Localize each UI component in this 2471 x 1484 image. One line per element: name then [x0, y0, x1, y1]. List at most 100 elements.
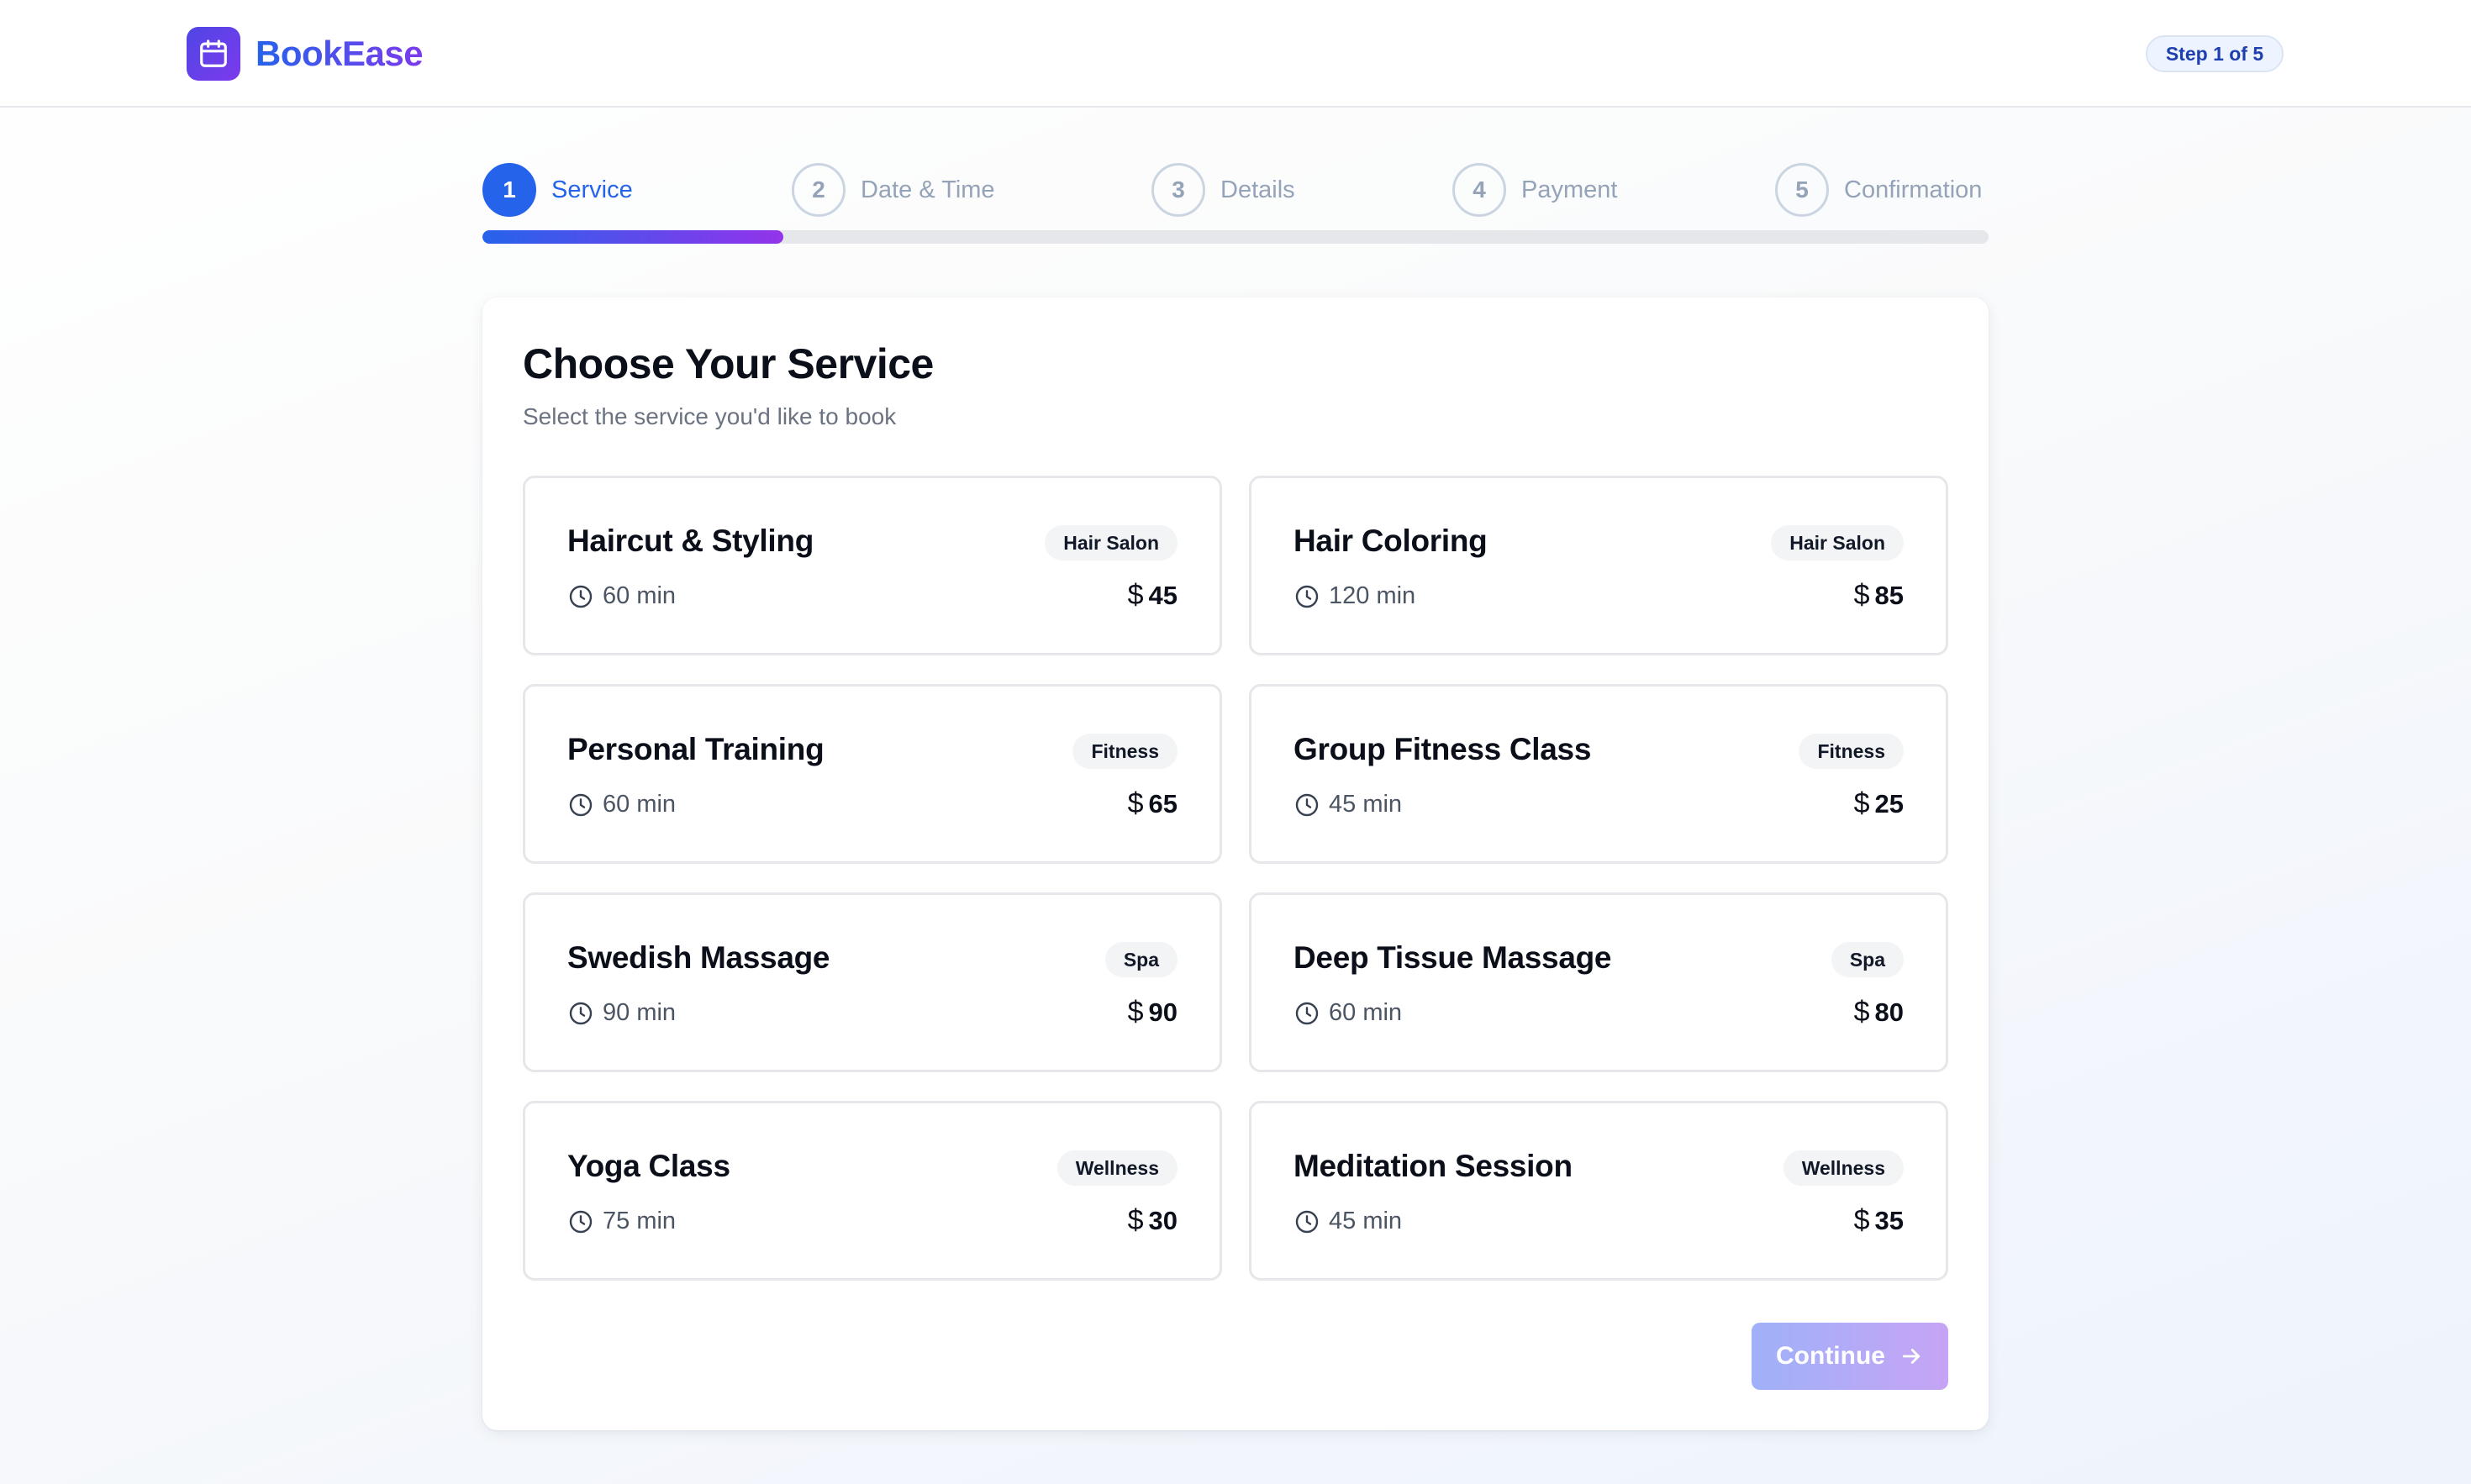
category-badge: Spa — [1831, 942, 1904, 977]
service-name: Hair Coloring — [1293, 524, 1488, 558]
service-name: Personal Training — [567, 732, 825, 766]
step-label: Date & Time — [861, 176, 995, 203]
step-label: Service — [551, 176, 633, 203]
duration-text: 90 min — [603, 999, 677, 1026]
dollar-icon: $ — [1853, 1204, 1870, 1236]
service-price: $ 35 — [1854, 1204, 1904, 1237]
price-value: 85 — [1874, 580, 1904, 610]
service-duration: 60 min — [567, 582, 676, 610]
clock-icon — [567, 792, 594, 818]
service-name: Yoga Class — [567, 1149, 730, 1183]
price-value: 35 — [1874, 1205, 1904, 1235]
service-card[interactable]: Group Fitness Class Fitness 45 min $ 25 — [1249, 684, 1948, 864]
continue-label: Continue — [1776, 1342, 1885, 1370]
progress-bar-fill — [482, 230, 784, 244]
service-name: Meditation Session — [1293, 1149, 1573, 1183]
dollar-icon: $ — [1127, 1204, 1144, 1236]
step-label: Payment — [1521, 176, 1618, 203]
duration-text: 45 min — [1329, 1208, 1403, 1234]
booking-stepper: 1 Service 2 Date & Time 3 Details 4 Paym… — [482, 163, 1989, 247]
dollar-icon: $ — [1853, 996, 1870, 1028]
service-duration: 90 min — [567, 999, 676, 1027]
service-name: Deep Tissue Massage — [1293, 940, 1612, 975]
price-value: 80 — [1874, 997, 1904, 1027]
category-badge: Hair Salon — [1045, 525, 1178, 560]
service-card[interactable]: Personal Training Fitness 60 min $ 65 — [523, 684, 1222, 864]
step-payment[interactable]: 4 Payment — [1452, 163, 1617, 217]
page-title: Choose Your Service — [523, 340, 934, 387]
service-price: $ 65 — [1128, 787, 1178, 820]
category-badge: Wellness — [1783, 1150, 1904, 1186]
step-number: 1 — [482, 163, 536, 217]
step-number: 4 — [1452, 163, 1506, 217]
arrow-right-icon — [1899, 1344, 1924, 1369]
category-badge: Hair Salon — [1771, 525, 1904, 560]
dollar-icon: $ — [1853, 787, 1870, 819]
service-duration: 120 min — [1293, 582, 1415, 610]
step-details[interactable]: 3 Details — [1151, 163, 1295, 217]
service-price: $ 85 — [1854, 579, 1904, 612]
duration-text: 75 min — [603, 1208, 677, 1234]
continue-button[interactable]: Continue — [1752, 1323, 1948, 1390]
step-service[interactable]: 1 Service — [482, 163, 633, 217]
price-value: 65 — [1148, 788, 1178, 818]
clock-icon — [567, 1000, 594, 1027]
service-name: Group Fitness Class — [1293, 732, 1592, 766]
step-label: Details — [1220, 176, 1295, 203]
service-name: Haircut & Styling — [567, 524, 814, 558]
service-price: $ 45 — [1128, 579, 1178, 612]
service-card[interactable]: Yoga Class Wellness 75 min $ 30 — [523, 1101, 1222, 1281]
service-card[interactable]: Deep Tissue Massage Spa 60 min $ 80 — [1249, 892, 1948, 1072]
service-selection-card: Choose Your Service Select the service y… — [482, 297, 1989, 1430]
clock-icon — [1293, 1000, 1320, 1027]
clock-icon — [1293, 583, 1320, 610]
service-card[interactable]: Meditation Session Wellness 45 min $ 35 — [1249, 1101, 1948, 1281]
service-price: $ 90 — [1128, 996, 1178, 1029]
step-counter-badge: Step 1 of 5 — [2146, 35, 2284, 72]
dollar-icon: $ — [1127, 579, 1144, 611]
clock-icon — [567, 1208, 594, 1235]
clock-icon — [1293, 1208, 1320, 1235]
dollar-icon: $ — [1853, 579, 1870, 611]
category-badge: Fitness — [1799, 734, 1904, 769]
duration-text: 60 min — [1329, 999, 1403, 1026]
brand-name: BookEase — [256, 34, 424, 73]
clock-icon — [567, 583, 594, 610]
dollar-icon: $ — [1127, 996, 1144, 1028]
step-number: 5 — [1775, 163, 1829, 217]
dollar-icon: $ — [1127, 787, 1144, 819]
brand-logo[interactable]: BookEase — [187, 27, 424, 81]
step-date-time[interactable]: 2 Date & Time — [792, 163, 995, 217]
clock-icon — [1293, 792, 1320, 818]
price-value: 25 — [1874, 788, 1904, 818]
duration-text: 60 min — [603, 791, 677, 818]
service-price: $ 30 — [1128, 1204, 1178, 1237]
service-card[interactable]: Hair Coloring Hair Salon 120 min $ 85 — [1249, 476, 1948, 655]
category-badge: Spa — [1104, 942, 1178, 977]
category-badge: Fitness — [1072, 734, 1178, 769]
service-duration: 45 min — [1293, 791, 1402, 818]
service-duration: 60 min — [1293, 999, 1402, 1027]
duration-text: 120 min — [1329, 582, 1416, 609]
price-value: 30 — [1148, 1205, 1178, 1235]
duration-text: 60 min — [603, 582, 677, 609]
service-duration: 45 min — [1293, 1208, 1402, 1235]
step-confirmation[interactable]: 5 Confirmation — [1775, 163, 1982, 217]
top-bar: BookEase Step 1 of 5 — [0, 0, 2471, 108]
service-duration: 75 min — [567, 1208, 676, 1235]
duration-text: 45 min — [1329, 791, 1403, 818]
service-price: $ 80 — [1854, 996, 1904, 1029]
calendar-icon — [187, 27, 240, 81]
step-number: 3 — [1151, 163, 1205, 217]
price-value: 90 — [1148, 997, 1178, 1027]
step-number: 2 — [792, 163, 846, 217]
service-card[interactable]: Swedish Massage Spa 90 min $ 90 — [523, 892, 1222, 1072]
service-card[interactable]: Haircut & Styling Hair Salon 60 min $ 45 — [523, 476, 1222, 655]
service-name: Swedish Massage — [567, 940, 830, 975]
service-price: $ 25 — [1854, 787, 1904, 820]
category-badge: Wellness — [1056, 1150, 1178, 1186]
page-subtitle: Select the service you'd like to book — [523, 403, 897, 429]
price-value: 45 — [1148, 580, 1178, 610]
service-duration: 60 min — [567, 791, 676, 818]
step-label: Confirmation — [1844, 176, 1983, 203]
